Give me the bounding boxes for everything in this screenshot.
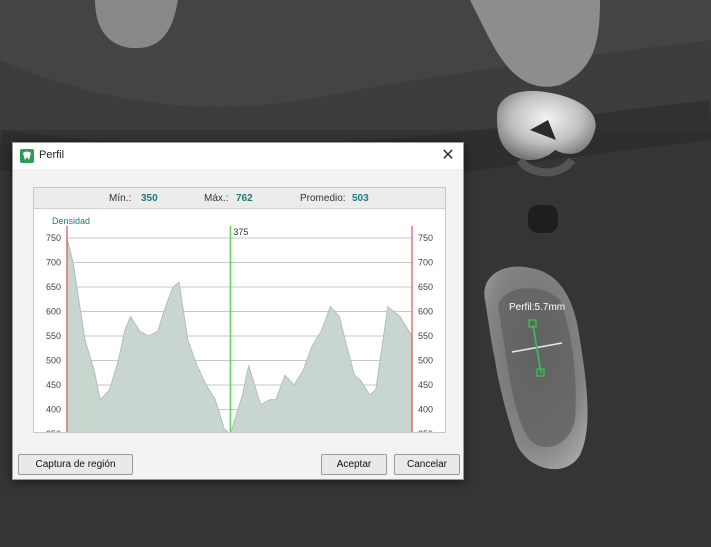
measurement-label: Perfil:5.7mm — [509, 302, 565, 313]
avg-label: Promedio: — [300, 193, 346, 204]
y-tick-label-left: 500 — [46, 356, 61, 366]
avg-value: 503 — [352, 193, 369, 204]
y-tick-label-right: 400 — [418, 405, 433, 415]
y-tick-label-right: 350 — [418, 429, 433, 432]
y-axis-title: Densidad — [52, 216, 90, 226]
accept-button[interactable]: Aceptar — [321, 454, 387, 475]
y-tick-label-right: 650 — [418, 282, 433, 292]
y-tick-label-left: 550 — [46, 331, 61, 341]
profile-dialog: Perfil ✕ Mín.: 350 Máx.: 762 Promedio: 5… — [12, 142, 464, 480]
density-area — [66, 237, 413, 432]
cancel-button[interactable]: Cancelar — [394, 454, 460, 475]
y-tick-label-left: 700 — [46, 258, 61, 268]
max-value: 762 — [236, 193, 253, 204]
min-label: Mín.: — [109, 193, 132, 204]
region-capture-button[interactable]: Captura de región — [18, 454, 133, 475]
close-icon[interactable]: ✕ — [437, 145, 459, 167]
y-tick-label-left: 400 — [46, 405, 61, 415]
y-tick-label-right: 450 — [418, 380, 433, 390]
min-value: 350 — [141, 193, 158, 204]
cursor-value-label: 375 — [233, 227, 248, 237]
density-profile-chart: 750 750 700 700 650 650 600 600 550 550 500 500 450 4… — [46, 216, 433, 432]
y-tick-label-left: 450 — [46, 380, 61, 390]
dialog-titlebar: Perfil ✕ — [13, 143, 463, 169]
y-tick-label-right: 500 — [418, 356, 433, 366]
y-tick-label-right: 550 — [418, 331, 433, 341]
max-label: Máx.: — [204, 193, 229, 204]
y-tick-label-left: 350 — [46, 429, 61, 432]
y-tick-label-left: 750 — [46, 233, 61, 243]
app-logo-icon — [20, 149, 34, 163]
y-tick-label-left: 600 — [46, 307, 61, 317]
stats-bar: Mín.: 350 Máx.: 762 Promedio: 503 — [34, 188, 445, 209]
y-tick-label-left: 650 — [46, 282, 61, 292]
y-tick-label-right: 600 — [418, 307, 433, 317]
y-tick-label-right: 700 — [418, 258, 433, 268]
y-tick-label-right: 750 — [418, 233, 433, 243]
profile-chart-panel: Mín.: 350 Máx.: 762 Promedio: 503 750 750… — [33, 187, 446, 433]
dialog-title: Perfil — [39, 149, 65, 161]
